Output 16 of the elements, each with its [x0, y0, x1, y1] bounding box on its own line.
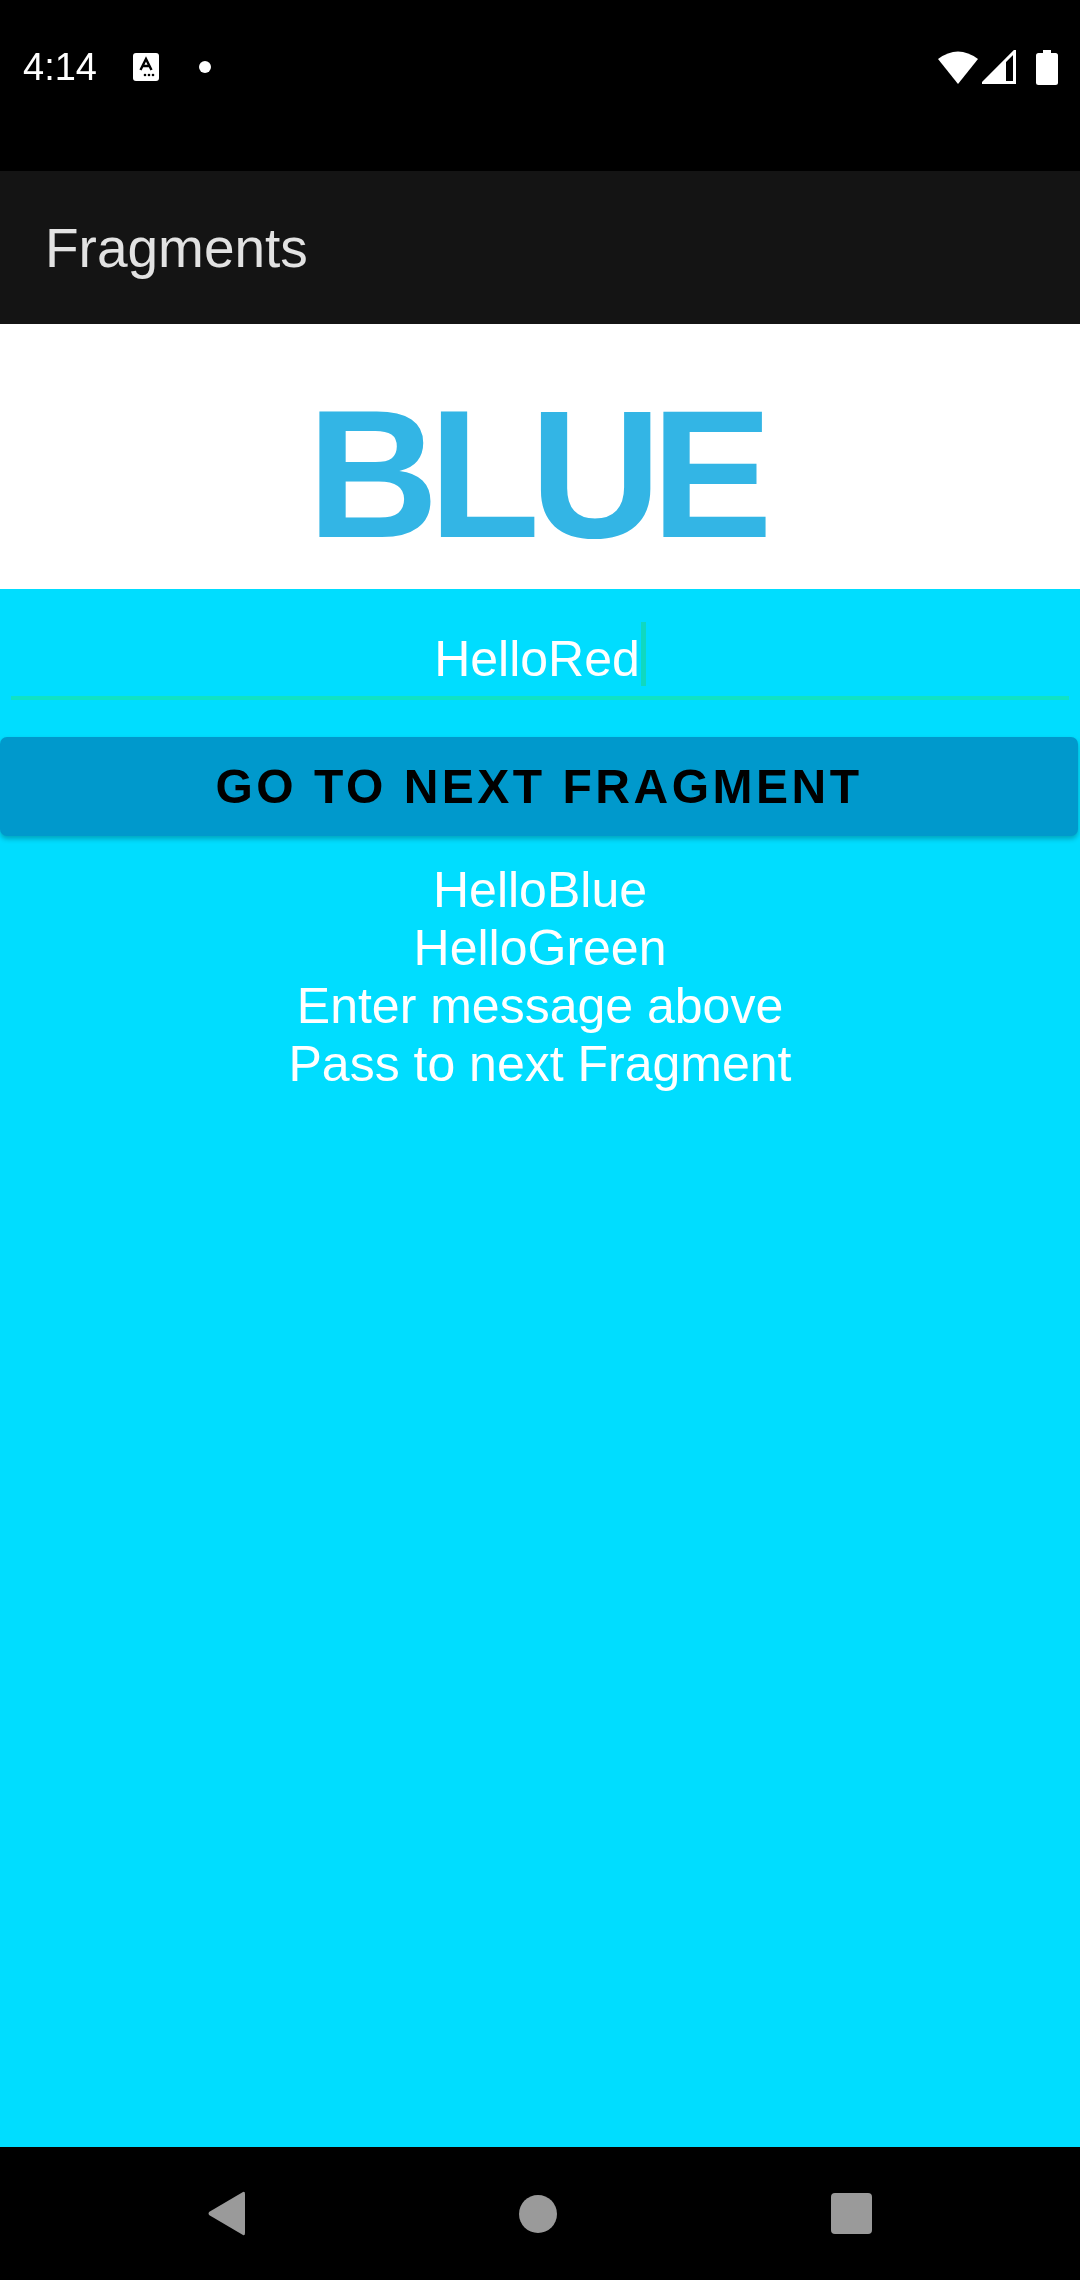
message-text: HelloGreen [413, 919, 667, 977]
notification-icon [132, 53, 159, 81]
signal-icon [982, 50, 1016, 84]
wifi-icon [938, 50, 978, 84]
battery-icon [1036, 49, 1058, 85]
text-cursor [640, 622, 646, 686]
notification-dot-icon [198, 61, 211, 73]
message-text: Pass to next Fragment [288, 1035, 792, 1093]
app-title: Fragments [45, 215, 308, 280]
message-text: Enter message above [296, 977, 784, 1035]
next-fragment-button[interactable]: GO TO NEXT FRAGMENT [0, 737, 1078, 836]
fragment-title: BLUE [307, 383, 765, 565]
message-text: HelloBlue [433, 861, 647, 919]
back-icon[interactable] [208, 2191, 245, 2236]
home-icon[interactable] [519, 2194, 557, 2233]
status-time: 4:14 [23, 45, 97, 89]
